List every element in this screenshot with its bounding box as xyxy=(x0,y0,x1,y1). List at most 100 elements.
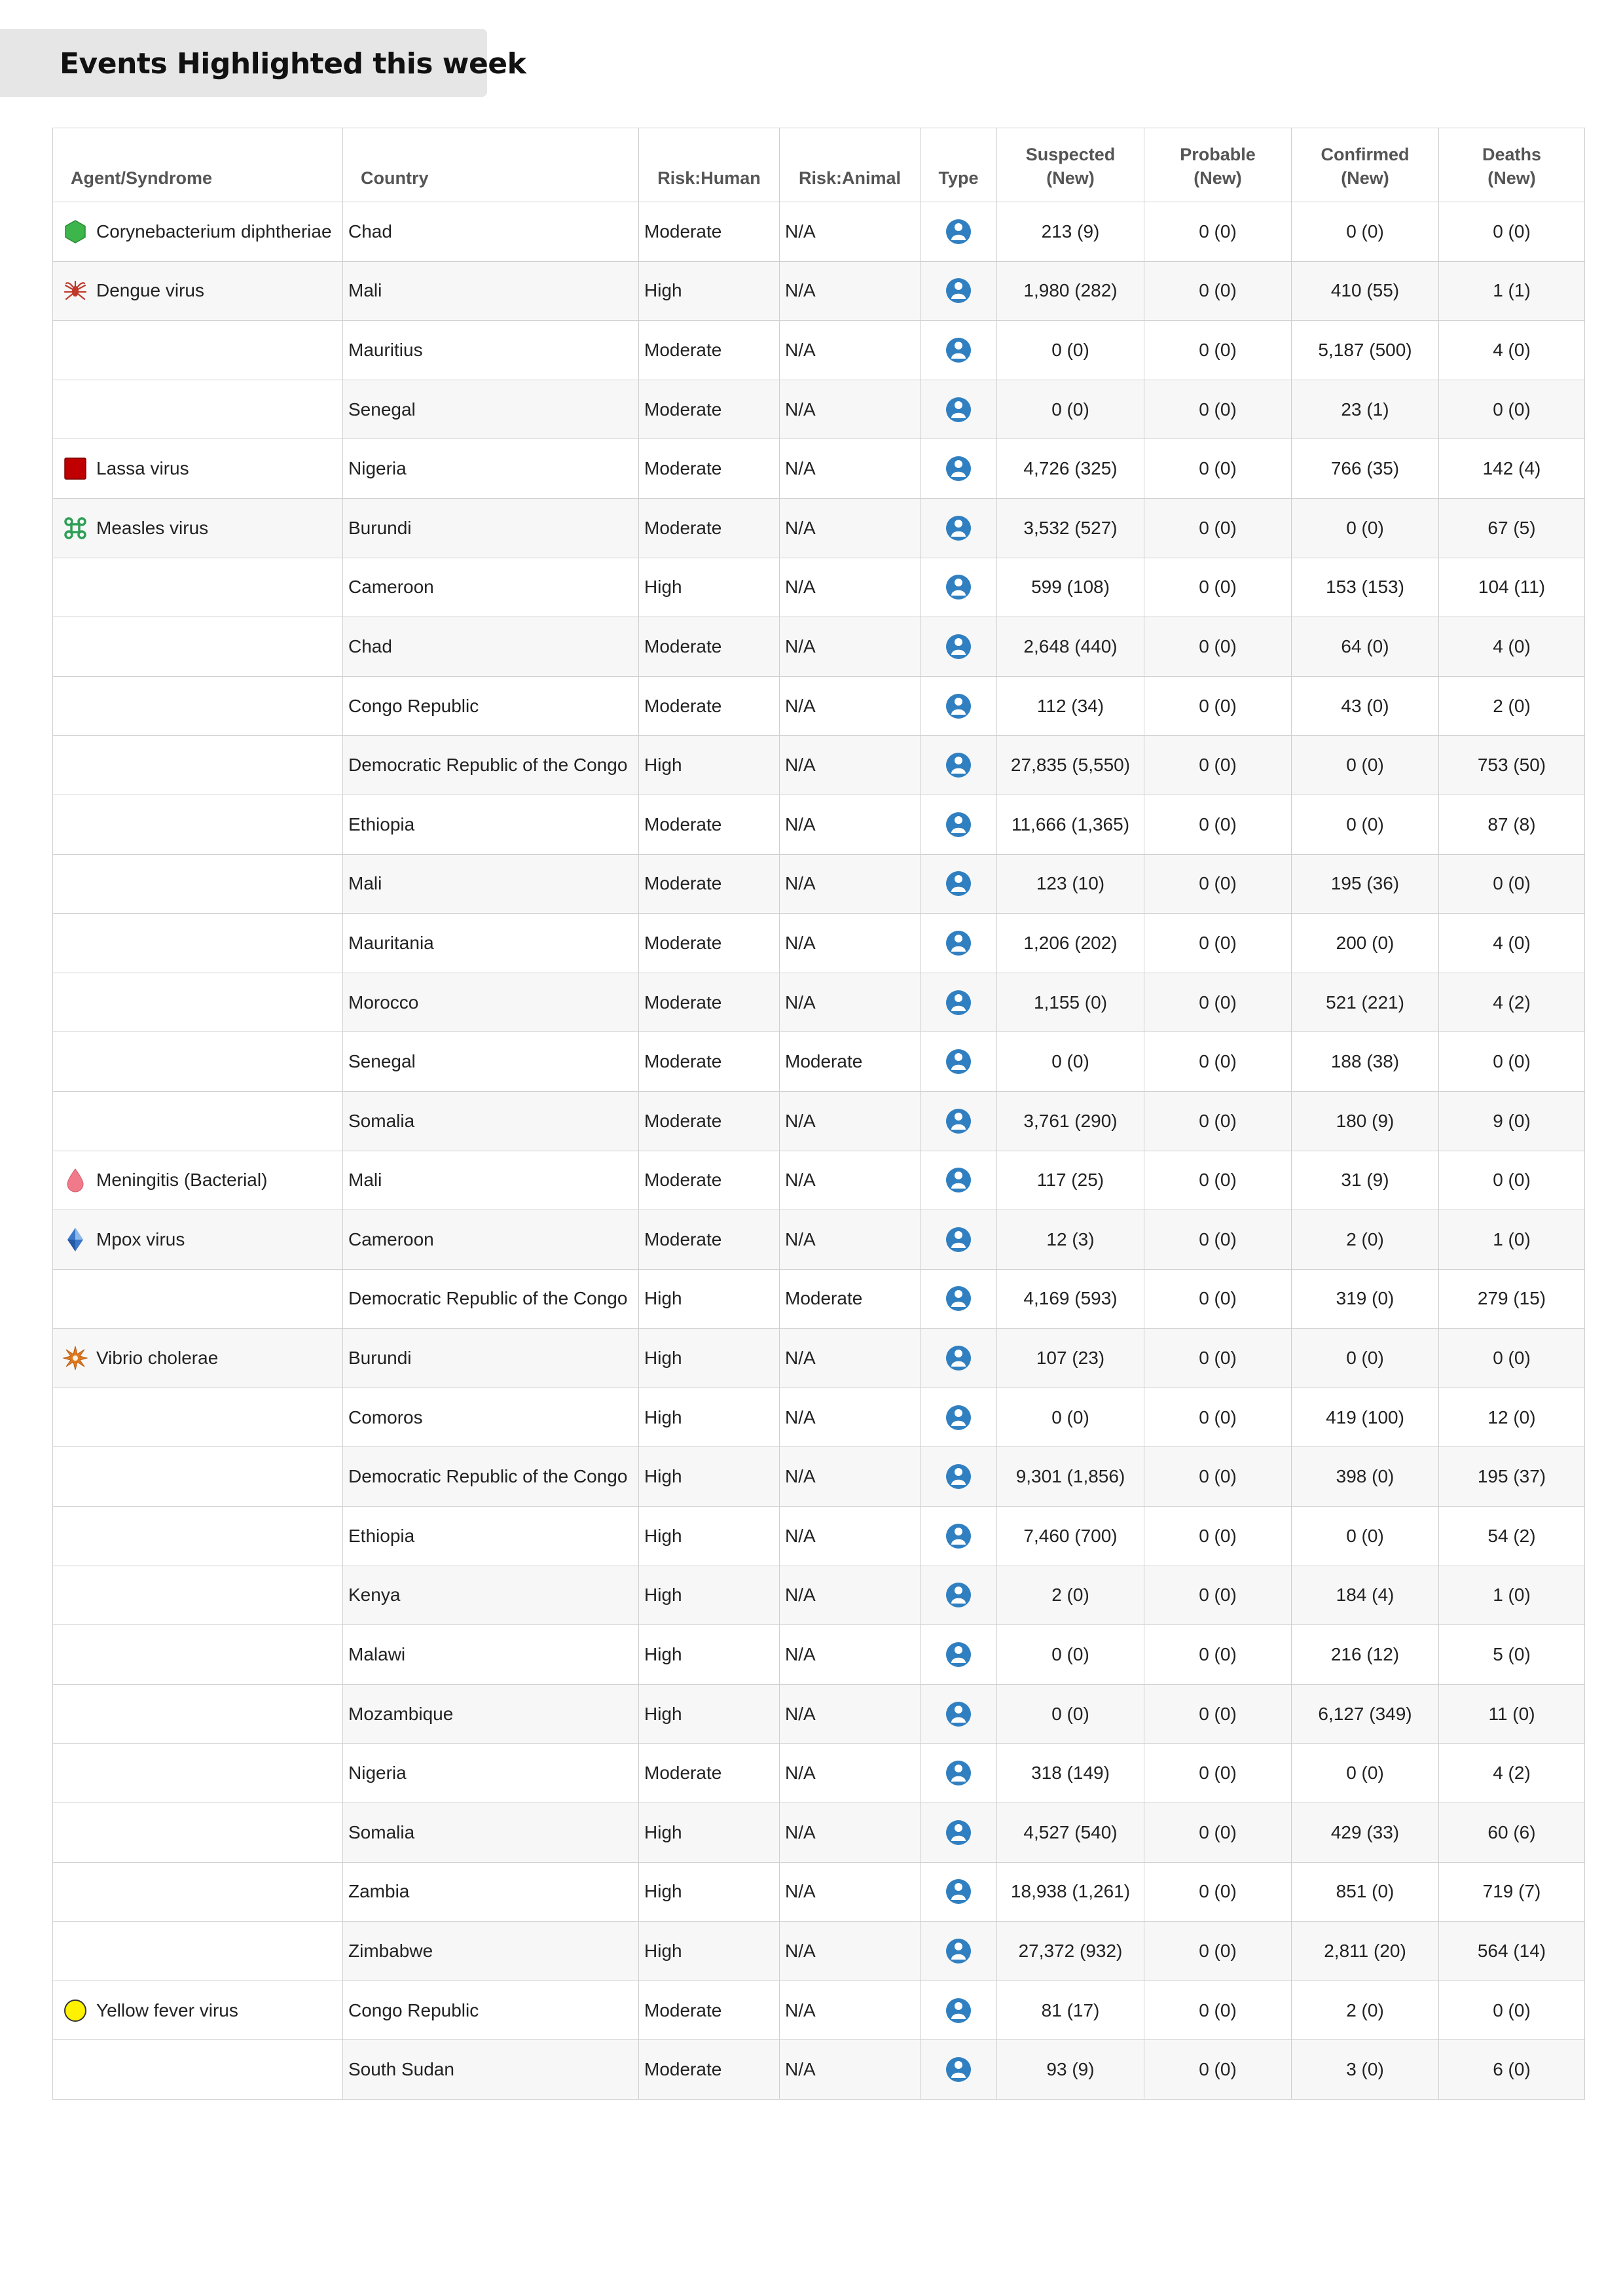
cell-country: Cameroon xyxy=(342,1210,639,1270)
cell-probable: 0 (0) xyxy=(1144,675,1292,736)
cell-type xyxy=(920,675,997,736)
cell-risk-human: Moderate xyxy=(638,1090,780,1151)
cell-suspected: 12 (3) xyxy=(996,1210,1144,1270)
cell-risk-animal: N/A xyxy=(779,1921,921,1981)
cell-deaths: 87 (8) xyxy=(1438,794,1585,855)
header-country: Country xyxy=(342,128,639,202)
header-type: Type xyxy=(920,128,997,202)
agent-label: Lassa virus xyxy=(96,458,189,479)
cell-risk-human: High xyxy=(638,1506,780,1566)
table-row: Mozambique High N/A 0 (0) 0 (0) 6,127 (349) 11… xyxy=(52,1683,1585,1744)
cell-agent: Measles virus xyxy=(52,497,343,558)
table-row: South Sudan Moderate N/A 93 (9) 0 (0) 3 (0) 6 … xyxy=(52,2039,1585,2100)
cell-confirmed: 419 (100) xyxy=(1291,1387,1439,1448)
cell-confirmed: 2 (0) xyxy=(1291,1980,1439,2041)
cell-type xyxy=(920,794,997,855)
human-icon xyxy=(945,930,972,956)
cell-risk-human: Moderate xyxy=(638,379,780,440)
cell-agent xyxy=(52,735,343,795)
cell-deaths: 719 (7) xyxy=(1438,1861,1585,1922)
human-icon xyxy=(945,219,972,245)
cell-agent xyxy=(52,1090,343,1151)
cell-suspected: 0 (0) xyxy=(996,1624,1144,1685)
cell-country: Morocco xyxy=(342,972,639,1033)
cell-agent xyxy=(52,1446,343,1507)
cell-deaths: 67 (5) xyxy=(1438,497,1585,558)
cell-confirmed: 766 (35) xyxy=(1291,439,1439,499)
cell-type xyxy=(920,617,997,677)
cell-confirmed: 153 (153) xyxy=(1291,557,1439,618)
cell-probable: 0 (0) xyxy=(1144,1090,1292,1151)
cell-probable: 0 (0) xyxy=(1144,1921,1292,1981)
cell-type xyxy=(920,1861,997,1922)
cell-confirmed: 0 (0) xyxy=(1291,794,1439,855)
cell-confirmed: 0 (0) xyxy=(1291,202,1439,262)
events-table: Agent/Syndrome Country Risk:Human Risk:A… xyxy=(52,128,1585,2100)
cell-agent xyxy=(52,1921,343,1981)
cell-suspected: 0 (0) xyxy=(996,1031,1144,1092)
cell-type xyxy=(920,557,997,618)
hexagon-icon xyxy=(62,219,88,245)
cell-suspected: 3,761 (290) xyxy=(996,1090,1144,1151)
cell-deaths: 1 (0) xyxy=(1438,1210,1585,1270)
header-agent: Agent/Syndrome xyxy=(52,128,343,202)
human-icon xyxy=(945,812,972,838)
header-probable: Probable (New) xyxy=(1144,128,1292,202)
table-row: Measles virus Burundi Moderate N/A 3,532 (52… xyxy=(52,497,1585,558)
cell-risk-animal: N/A xyxy=(779,794,921,855)
cell-probable: 0 (0) xyxy=(1144,1328,1292,1388)
cell-suspected: 3,532 (527) xyxy=(996,497,1144,558)
cell-risk-animal: N/A xyxy=(779,1980,921,2041)
cell-deaths: 1 (1) xyxy=(1438,260,1585,321)
cell-deaths: 195 (37) xyxy=(1438,1446,1585,1507)
cell-country: Congo Republic xyxy=(342,675,639,736)
cell-country: Zambia xyxy=(342,1861,639,1922)
table-row: Democratic Republic of the Congo High N/A 2… xyxy=(52,735,1585,795)
header-suspected-line2: (New) xyxy=(1046,168,1095,188)
table-row: Zambia High N/A 18,938 (1,261) 0 (0) 851 (0) 7… xyxy=(52,1861,1585,1922)
table-row: Corynebacterium diphtheriae Chad Moderate N… xyxy=(52,202,1585,262)
cell-suspected: 93 (9) xyxy=(996,2039,1144,2100)
cell-confirmed: 319 (0) xyxy=(1291,1268,1439,1329)
cell-suspected: 1,980 (282) xyxy=(996,260,1144,321)
human-icon xyxy=(945,990,972,1016)
cell-risk-animal: N/A xyxy=(779,260,921,321)
cell-risk-animal: N/A xyxy=(779,1743,921,1804)
human-icon xyxy=(945,1049,972,1075)
cell-type xyxy=(920,1743,997,1804)
table-row: Chad Moderate N/A 2,648 (440) 0 (0) 64 (0) 4 (… xyxy=(52,617,1585,677)
cell-risk-human: Moderate xyxy=(638,1031,780,1092)
cell-suspected: 112 (34) xyxy=(996,675,1144,736)
human-icon xyxy=(945,1523,972,1549)
human-icon xyxy=(945,456,972,482)
cell-suspected: 0 (0) xyxy=(996,1387,1144,1448)
cell-confirmed: 23 (1) xyxy=(1291,379,1439,440)
cell-deaths: 60 (6) xyxy=(1438,1803,1585,1863)
cell-country: Ethiopia xyxy=(342,794,639,855)
cell-type xyxy=(920,1328,997,1388)
cell-agent xyxy=(52,675,343,736)
table-row: Mauritania Moderate N/A 1,206 (202) 0 (0) 200… xyxy=(52,913,1585,973)
table-row: Ethiopia High N/A 7,460 (700) 0 (0) 0 (0) 54 (… xyxy=(52,1506,1585,1566)
cell-risk-human: High xyxy=(638,1328,780,1388)
cell-agent xyxy=(52,320,343,380)
cell-suspected: 4,527 (540) xyxy=(996,1803,1144,1863)
cell-risk-animal: N/A xyxy=(779,379,921,440)
cell-risk-animal: N/A xyxy=(779,202,921,262)
cell-agent xyxy=(52,1565,343,1626)
header-probable-line2: (New) xyxy=(1194,168,1242,188)
cell-deaths: 0 (0) xyxy=(1438,853,1585,914)
cell-risk-animal: N/A xyxy=(779,1090,921,1151)
human-icon xyxy=(945,1760,972,1786)
cell-agent xyxy=(52,1743,343,1804)
human-icon xyxy=(945,1938,972,1964)
cell-risk-human: High xyxy=(638,1387,780,1448)
cell-confirmed: 200 (0) xyxy=(1291,913,1439,973)
page-title: Events Highlighted this week xyxy=(60,47,526,81)
cell-confirmed: 0 (0) xyxy=(1291,497,1439,558)
cell-suspected: 1,206 (202) xyxy=(996,913,1144,973)
cell-type xyxy=(920,1921,997,1981)
cell-confirmed: 31 (9) xyxy=(1291,1150,1439,1211)
cell-suspected: 18,938 (1,261) xyxy=(996,1861,1144,1922)
cell-suspected: 123 (10) xyxy=(996,853,1144,914)
